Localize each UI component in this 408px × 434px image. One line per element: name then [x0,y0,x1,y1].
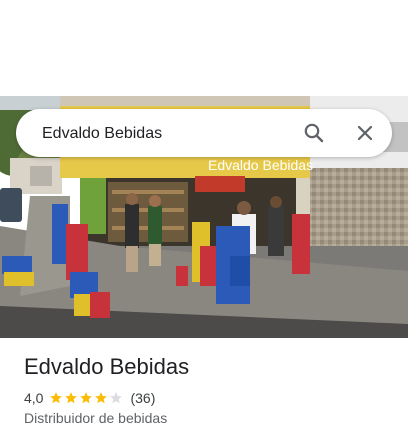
search-icon[interactable] [302,121,326,145]
star-rating [49,391,124,405]
star-icon [80,392,93,404]
star-empty-icon [110,392,123,404]
rating-value: 4,0 [24,390,44,406]
place-category: Distribuidor de bebidas [24,410,168,426]
rating-row[interactable]: 4,0 (36) [24,389,155,407]
search-bar[interactable] [16,109,392,159]
storefront-sign-text: Edvaldo Bebidas [208,157,313,173]
review-count[interactable]: (36) [130,390,155,406]
star-icon [65,392,78,404]
star-icon [95,392,108,404]
top-blank-area [0,0,408,96]
close-icon[interactable] [353,121,377,145]
place-title: Edvaldo Bebidas [24,354,190,379]
star-icon [50,392,63,404]
search-input[interactable] [40,109,294,159]
